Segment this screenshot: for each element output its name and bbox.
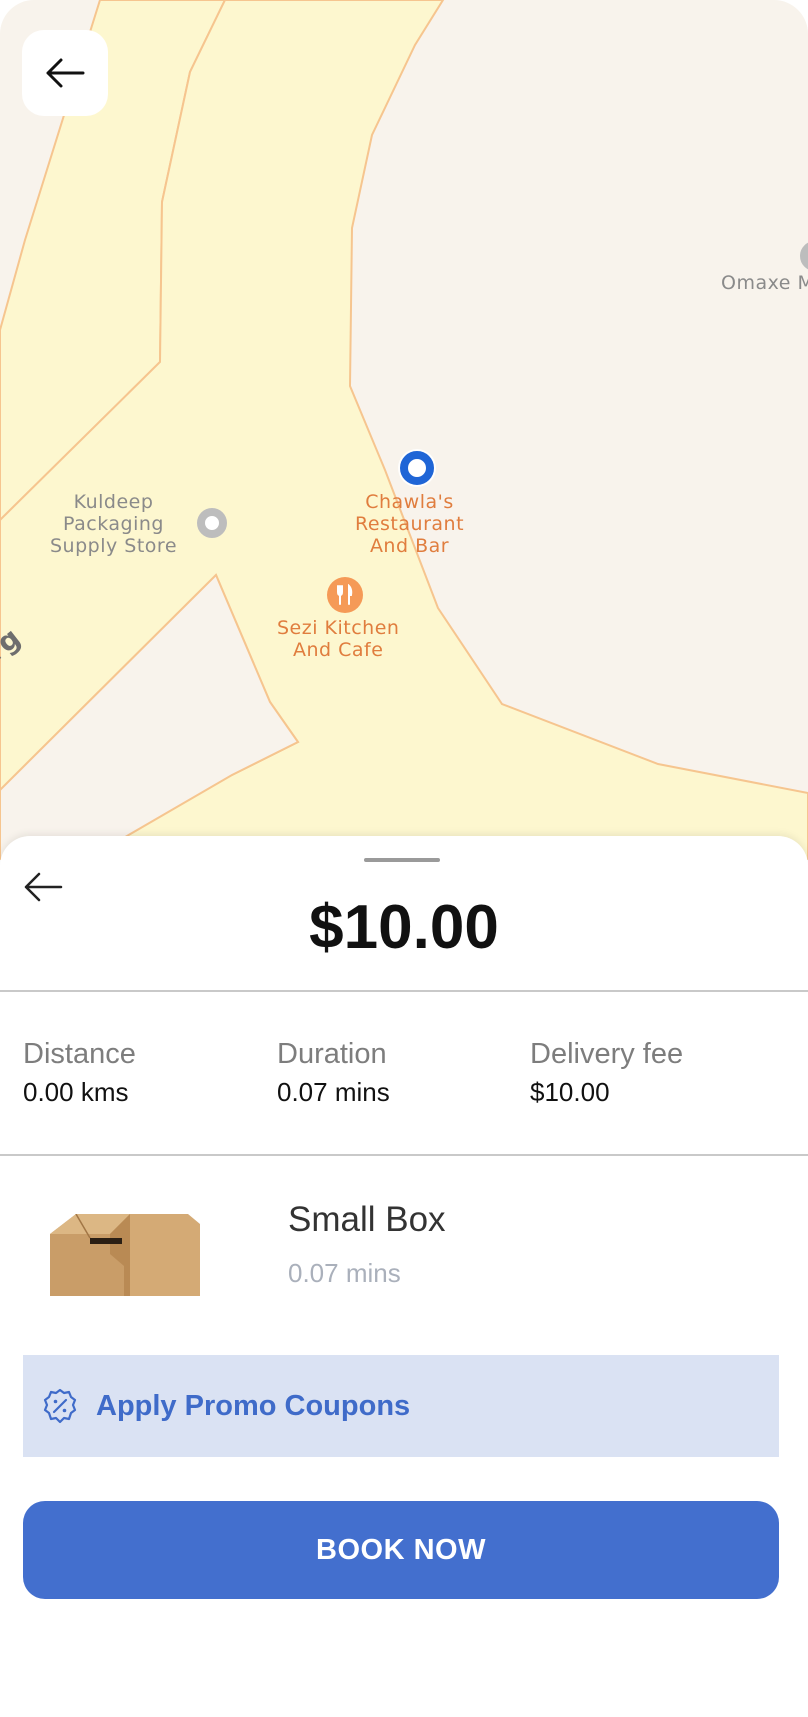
arrow-left-icon bbox=[46, 58, 85, 88]
location-pin[interactable] bbox=[400, 451, 434, 485]
map-back-button[interactable] bbox=[22, 30, 108, 116]
box-image bbox=[50, 1213, 200, 1296]
apply-promo-button[interactable]: Apply Promo Coupons bbox=[23, 1355, 779, 1457]
map-roads bbox=[0, 0, 808, 860]
poi-label-sezi[interactable]: Sezi Kitchen And Cafe bbox=[277, 617, 399, 661]
item-title: Small Box bbox=[288, 1200, 446, 1239]
promo-label: Apply Promo Coupons bbox=[96, 1389, 411, 1422]
poi-label-chawla[interactable]: Chawla's Restaurant And Bar bbox=[355, 491, 464, 557]
stat-label: Delivery fee bbox=[530, 1038, 684, 1070]
book-now-button[interactable]: BOOK NOW bbox=[23, 1501, 779, 1599]
poi-label-omaxe[interactable]: Omaxe M bbox=[721, 272, 808, 294]
price-total: $10.00 bbox=[309, 893, 499, 962]
divider bbox=[0, 1154, 808, 1156]
map-view[interactable]: rg Kuldeep Packaging Supply Store Chawla… bbox=[0, 0, 808, 860]
stat-delivery-fee: Delivery fee $10.00 bbox=[530, 1036, 770, 1110]
stat-value: 0.07 mins bbox=[277, 1077, 390, 1107]
stat-label: Duration bbox=[277, 1038, 387, 1070]
discount-badge-icon bbox=[42, 1388, 78, 1424]
item-duration: 0.07 mins bbox=[288, 1258, 401, 1288]
booking-sheet: $10.00 Distance 0.00 kms Duration 0.07 m… bbox=[0, 836, 808, 1717]
stat-distance: Distance 0.00 kms bbox=[23, 1036, 263, 1110]
drag-handle[interactable] bbox=[364, 858, 440, 862]
poi-marker-kuldeep[interactable] bbox=[197, 508, 227, 538]
stat-duration: Duration 0.07 mins bbox=[277, 1036, 517, 1110]
poi-label-kuldeep[interactable]: Kuldeep Packaging Supply Store bbox=[50, 491, 177, 557]
restaurant-icon[interactable] bbox=[327, 577, 363, 613]
divider bbox=[0, 990, 808, 992]
stat-value: 0.00 kms bbox=[23, 1077, 129, 1107]
stat-label: Distance bbox=[23, 1038, 136, 1070]
stat-value: $10.00 bbox=[530, 1077, 610, 1107]
